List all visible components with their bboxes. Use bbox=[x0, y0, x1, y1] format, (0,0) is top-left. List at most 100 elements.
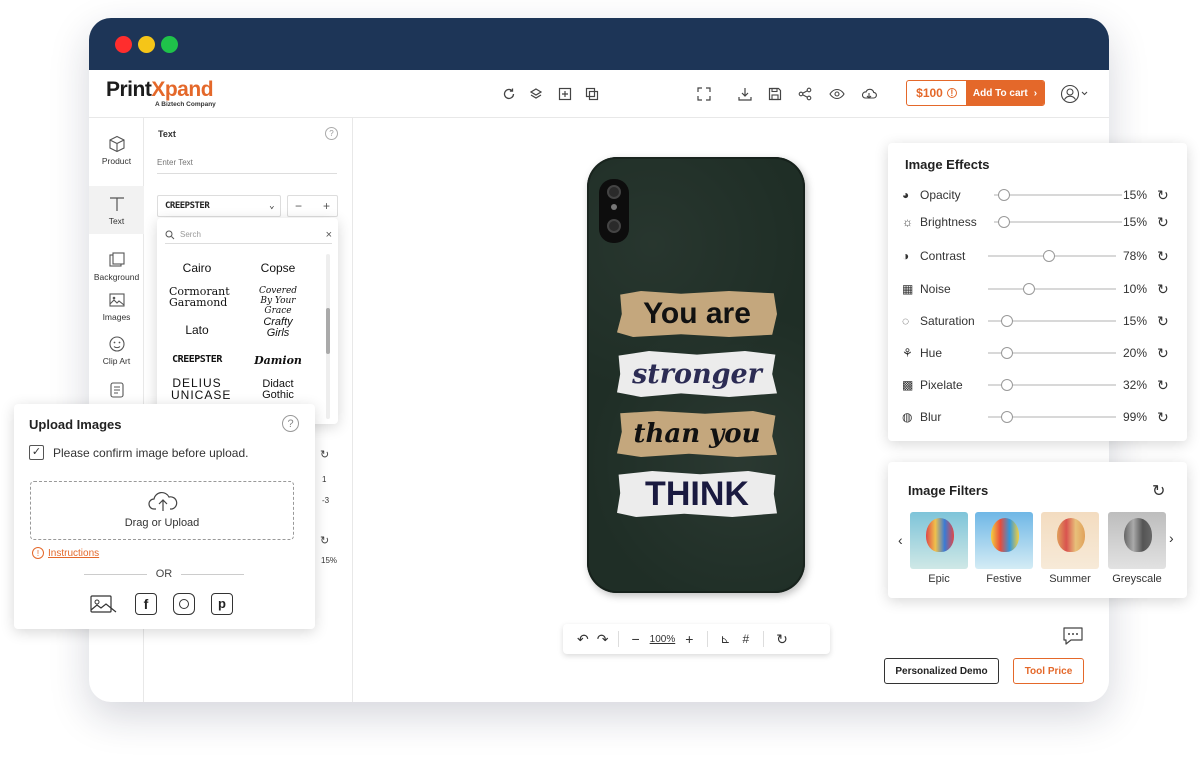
reset-icon[interactable]: ↻ bbox=[1157, 409, 1169, 426]
slider-knob[interactable] bbox=[998, 189, 1010, 201]
logo[interactable]: PrintXpand bbox=[106, 78, 214, 102]
instructions-link[interactable]: ! Instructions bbox=[32, 547, 99, 559]
phone-case[interactable]: You are stronger than you THINK bbox=[587, 157, 805, 593]
effect-slider[interactable] bbox=[994, 189, 1122, 201]
layers-icon[interactable] bbox=[526, 84, 546, 104]
download-icon[interactable] bbox=[735, 84, 755, 104]
save-icon[interactable] bbox=[765, 84, 785, 104]
grid-icon[interactable]: # bbox=[742, 632, 749, 646]
user-menu[interactable] bbox=[1059, 84, 1091, 104]
design-line-3[interactable]: than you bbox=[617, 411, 777, 457]
help-icon[interactable]: ? bbox=[325, 127, 338, 140]
zoom-level[interactable]: 100% bbox=[650, 634, 676, 645]
font-option[interactable]: Crafty Girls bbox=[238, 317, 318, 339]
effect-slider[interactable] bbox=[988, 315, 1116, 327]
font-option[interactable]: Didact Gothic bbox=[238, 379, 318, 401]
next-filter-icon[interactable]: › bbox=[1169, 530, 1174, 546]
gallery-icon[interactable] bbox=[90, 594, 118, 614]
minimize-dot[interactable] bbox=[138, 36, 155, 53]
share-icon[interactable] bbox=[795, 84, 815, 104]
cloud-icon[interactable] bbox=[859, 84, 879, 104]
prev-filter-icon[interactable]: ‹ bbox=[898, 532, 903, 548]
effect-slider[interactable] bbox=[988, 379, 1116, 391]
maximize-dot[interactable] bbox=[161, 36, 178, 53]
info-icon[interactable]: ! bbox=[946, 88, 957, 98]
zoom-in-icon[interactable]: + bbox=[685, 631, 693, 647]
font-option[interactable]: Damion bbox=[238, 354, 318, 367]
slider-knob[interactable] bbox=[1043, 250, 1055, 262]
design-line-4[interactable]: THINK bbox=[617, 471, 777, 517]
font-search[interactable]: Serch × bbox=[165, 226, 332, 244]
font-size-stepper[interactable]: − + bbox=[287, 195, 338, 217]
effect-slider[interactable] bbox=[988, 347, 1116, 359]
slider-knob[interactable] bbox=[1001, 379, 1013, 391]
filter-epic[interactable]: Epic bbox=[910, 512, 968, 585]
reset-icon[interactable]: ↻ bbox=[1157, 214, 1169, 231]
reset-filters-icon[interactable]: ↻ bbox=[1152, 481, 1165, 501]
reset-icon[interactable]: ↻ bbox=[1157, 345, 1169, 362]
pinterest-icon[interactable]: p bbox=[211, 593, 233, 615]
effect-slider[interactable] bbox=[994, 216, 1122, 228]
design-line-1[interactable]: You are bbox=[617, 291, 777, 337]
font-select[interactable]: CREEPSTER ⌄ bbox=[157, 195, 281, 217]
help-icon[interactable]: ? bbox=[282, 415, 299, 432]
confirm-checkbox[interactable]: ✓ bbox=[29, 445, 44, 460]
sidebar-item-clip-art[interactable]: Clip Art bbox=[89, 328, 144, 372]
font-option[interactable]: Copse bbox=[238, 261, 318, 275]
slider-knob[interactable] bbox=[998, 216, 1010, 228]
font-option[interactable]: Lato bbox=[157, 323, 237, 337]
reset-icon[interactable]: ↻ bbox=[320, 534, 329, 547]
effect-slider[interactable] bbox=[988, 250, 1116, 262]
effect-slider[interactable] bbox=[988, 411, 1116, 423]
font-option[interactable]: Covered By Your Grace bbox=[238, 286, 318, 316]
slider-knob[interactable] bbox=[1001, 347, 1013, 359]
reset-icon[interactable]: ↻ bbox=[320, 448, 329, 461]
reset-canvas-icon[interactable]: ↻ bbox=[776, 631, 788, 648]
upload-dropzone[interactable]: Drag or Upload bbox=[30, 481, 294, 540]
filter-festive[interactable]: Festive bbox=[975, 512, 1033, 585]
slider-knob[interactable] bbox=[1001, 411, 1013, 423]
sidebar-item-product[interactable]: Product bbox=[89, 128, 144, 172]
refresh-icon[interactable] bbox=[499, 84, 519, 104]
undo-icon[interactable]: ↶ bbox=[577, 631, 589, 648]
duplicate-icon[interactable] bbox=[582, 84, 602, 104]
effect-slider[interactable] bbox=[988, 283, 1116, 295]
add-to-cart-button[interactable]: Add To cart › bbox=[966, 81, 1044, 105]
add-layer-icon[interactable] bbox=[555, 84, 575, 104]
tool-price-button[interactable]: Tool Price bbox=[1013, 658, 1084, 684]
reset-icon[interactable]: ↻ bbox=[1157, 313, 1169, 330]
ruler-icon[interactable]: ⊾ bbox=[720, 632, 730, 646]
close-dot[interactable] bbox=[115, 36, 132, 53]
close-icon[interactable]: × bbox=[326, 229, 332, 241]
slider-knob[interactable] bbox=[1001, 315, 1013, 327]
reset-icon[interactable]: ↻ bbox=[1157, 248, 1169, 265]
reset-icon[interactable]: ↻ bbox=[1157, 377, 1169, 394]
facebook-icon[interactable]: f bbox=[135, 593, 157, 615]
chat-icon[interactable] bbox=[1061, 625, 1087, 647]
decrease-icon[interactable]: − bbox=[295, 199, 302, 213]
increase-icon[interactable]: + bbox=[323, 199, 330, 213]
zoom-out-icon[interactable]: − bbox=[631, 631, 639, 647]
font-option[interactable]: DELIUS UNICASE bbox=[157, 377, 237, 401]
instagram-icon[interactable] bbox=[173, 593, 195, 615]
filter-greyscale[interactable]: Greyscale bbox=[1108, 512, 1166, 585]
personalized-demo-button[interactable]: Personalized Demo bbox=[884, 658, 999, 684]
font-option[interactable]: Cairo bbox=[157, 261, 237, 275]
reset-icon[interactable]: ↻ bbox=[1157, 281, 1169, 298]
sidebar-item-text[interactable]: Text bbox=[89, 186, 144, 234]
design-line-2[interactable]: stronger bbox=[617, 351, 777, 397]
fullscreen-icon[interactable] bbox=[694, 84, 714, 104]
preview-icon[interactable] bbox=[827, 84, 847, 104]
font-option[interactable]: Cormorant Garamond bbox=[157, 286, 237, 308]
redo-icon[interactable]: ↷ bbox=[597, 631, 609, 648]
font-option[interactable]: CREEPSTER bbox=[157, 354, 237, 365]
logo-tagline: A Biztech Company bbox=[155, 101, 216, 108]
slider-knob[interactable] bbox=[1023, 283, 1035, 295]
effect-row-noise: ▦ Noise 10% ↻ bbox=[902, 279, 1175, 299]
sidebar-item-background[interactable]: Background bbox=[89, 244, 144, 288]
sidebar-item-images[interactable]: Images bbox=[89, 284, 144, 328]
reset-icon[interactable]: ↻ bbox=[1157, 187, 1169, 204]
or-divider: OR bbox=[147, 568, 181, 580]
filter-summer[interactable]: Summer bbox=[1041, 512, 1099, 585]
text-input[interactable] bbox=[157, 152, 337, 174]
